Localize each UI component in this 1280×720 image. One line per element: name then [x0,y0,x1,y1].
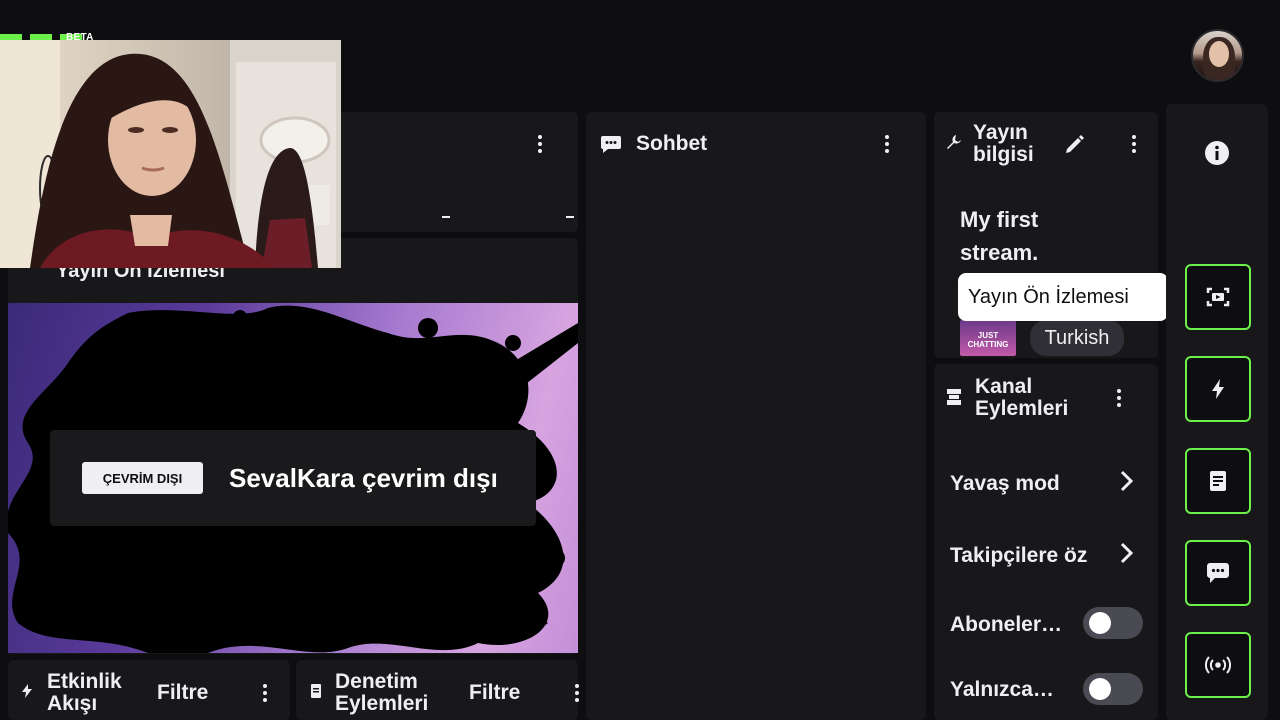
activity-feed-kebab-icon[interactable] [262,684,268,702]
activity-feed-title-line2: Akışı [47,692,98,715]
stream-info-title-line1: Yayın [973,121,1028,144]
wrench-icon [946,134,962,150]
info-icon[interactable] [1205,141,1229,165]
stream-title-line1: My first [960,207,1039,232]
user-avatar[interactable] [1191,29,1244,82]
category-art-text-line2: CHATTING [967,340,1009,349]
mod-actions-kebab-icon[interactable] [574,684,580,702]
category-box-art: JUST CHATTING [960,320,1016,356]
stream-info-title-line2: bilgisi [973,143,1034,166]
mod-actions-title-line2: Eylemleri [335,692,429,715]
lightning-icon [1211,379,1225,399]
notes-button[interactable] [1185,448,1251,514]
broadcast-icon [1205,656,1231,674]
stat-value-dash [442,216,450,218]
activity-button[interactable] [1185,356,1251,422]
notes-icon [311,684,321,698]
offline-badge: ÇEVRİM DIŞI [82,462,203,494]
activity-feed-title-line1: Etkinlik [47,670,122,693]
stream-info-kebab-icon[interactable] [1131,135,1137,153]
chevron-right-icon[interactable] [1118,469,1136,493]
activity-feed-filter-button[interactable]: Filtre [157,682,208,704]
offline-message: SevalKara çevrim dışı [229,463,498,493]
broadcast-button[interactable] [1185,632,1251,698]
emote-only-toggle[interactable] [1083,673,1143,705]
stream-title-line2: stream. [960,240,1039,265]
channel-actions-title-line1: Kanal [975,375,1033,398]
rail-tooltip: Yayın Ön İzlemesi [958,273,1176,321]
stream-preview-button[interactable] [1185,264,1251,330]
mod-actions-title-line1: Denetim [335,670,418,693]
pencil-icon[interactable] [1064,133,1086,155]
stat-value-dash [566,216,574,218]
chat-panel [586,112,926,720]
subscribers-only-toggle[interactable] [1083,607,1143,639]
subscribers-only-label: Aboneler… [950,613,1063,636]
stream-preview-icon [1206,287,1230,307]
mod-actions-filter-button[interactable]: Filtre [469,682,520,704]
lightning-icon [22,684,32,698]
chevron-right-icon[interactable] [1118,541,1136,565]
channel-actions-title-line2: Eylemleri [975,397,1069,420]
notes-icon [1209,471,1227,491]
followers-only-label[interactable]: Takipçilere öz [950,544,1087,568]
stats-kebab-icon[interactable] [537,135,543,153]
category-art-text-line1: JUST [977,331,999,340]
channel-actions-kebab-icon[interactable] [1116,389,1122,407]
chat-title: Sohbet [636,132,708,155]
chat-bubble-icon [600,134,622,154]
webcam-feed [0,40,341,268]
language-tag[interactable]: Turkish [1030,320,1124,356]
emote-only-label: Yalnızca… [950,678,1054,701]
chat-bubble-icon [1206,562,1230,584]
channel-actions-icon [946,388,962,406]
chat-button[interactable] [1185,540,1251,606]
chat-kebab-icon[interactable] [884,135,890,153]
slow-mode-label[interactable]: Yavaş mod [950,472,1060,496]
